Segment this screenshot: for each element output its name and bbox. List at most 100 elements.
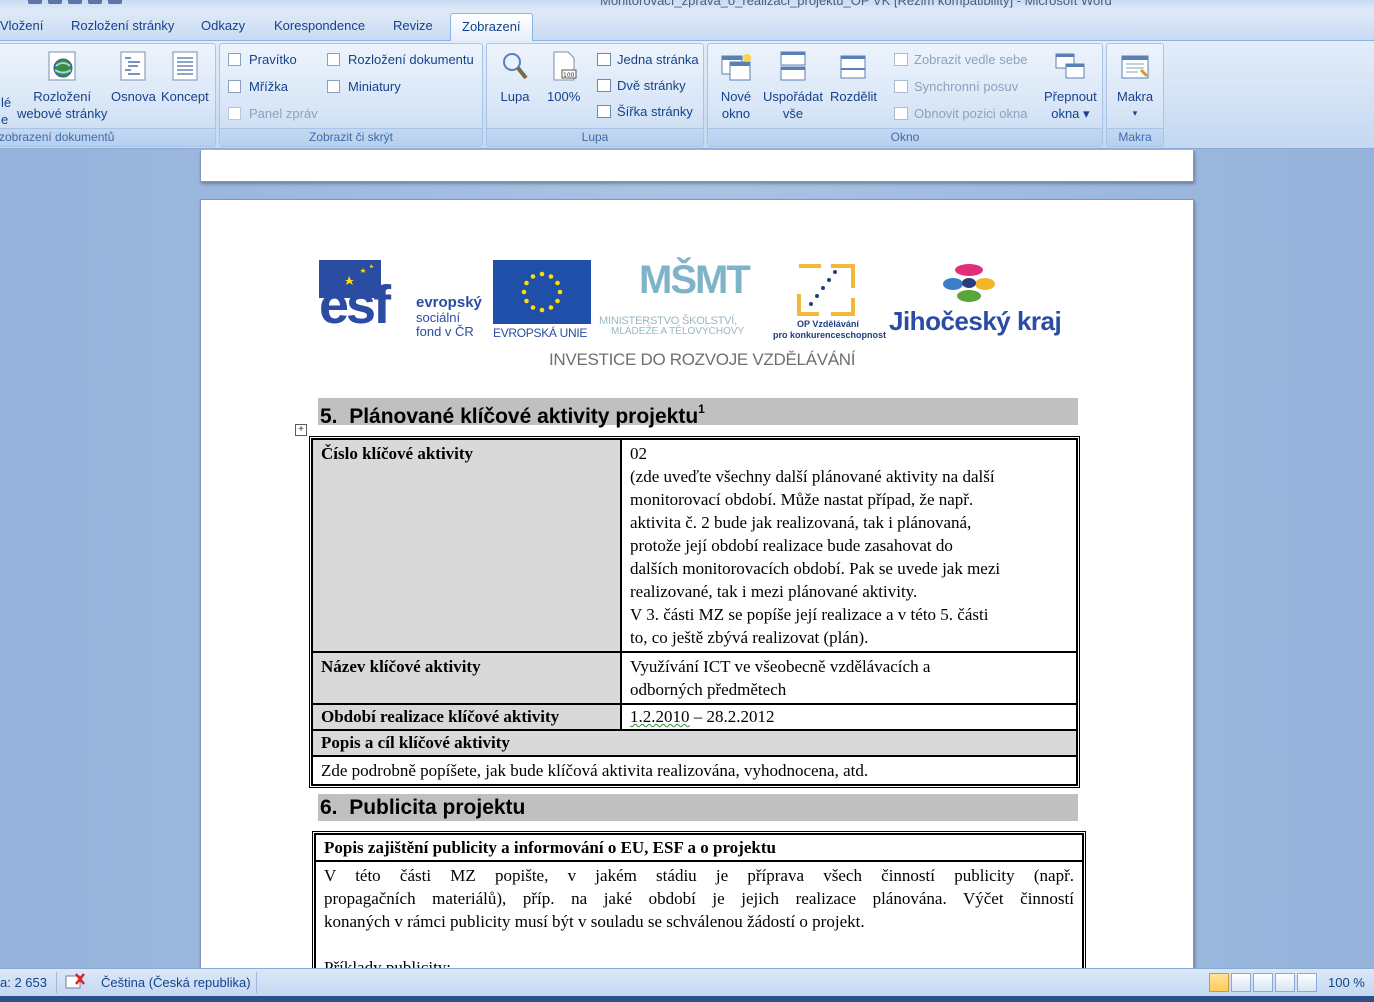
thumbnails-checkbox[interactable]: Miniatury	[327, 79, 401, 94]
group-document-views: lé e Rozložení webové stránky Osnova Kon…	[0, 43, 216, 147]
macros-arrow: ▾	[1132, 108, 1138, 118]
checkbox-label: Miniatury	[348, 79, 401, 94]
save-icon[interactable]	[28, 0, 42, 4]
full-screen-reading-button[interactable]	[1231, 973, 1251, 992]
period-start: 1.2.2010	[630, 707, 690, 726]
page-width-icon	[597, 105, 611, 118]
print-icon[interactable]	[88, 0, 102, 4]
publicity-table[interactable]: Popis zajištění publicity a informování …	[312, 831, 1086, 968]
quick-access-toolbar[interactable]	[28, 0, 122, 4]
cut-view-button[interactable]: lé e	[1, 94, 11, 128]
page-100-icon: 100	[548, 50, 580, 82]
sync-scroll-button: Synchronní posuv	[894, 79, 1018, 94]
activity-note-line: dalších monitorovacích období. Pak se uv…	[630, 559, 1001, 578]
word-count[interactable]: a: 2 653	[0, 975, 47, 990]
tab-odkazy[interactable]: Odkazy	[201, 18, 245, 33]
esf-text-3: fond v ČR	[416, 324, 474, 339]
publicity-cell[interactable]: V této části MZ popište, v jakém stádiu …	[315, 861, 1083, 968]
document-map-checkbox[interactable]: Rozložení dokumentu	[327, 52, 474, 67]
checkbox-box[interactable]	[327, 53, 340, 66]
activity-note-line: realizované, tak i mezi plánované aktivi…	[630, 582, 918, 601]
group-label: Makra	[1107, 128, 1163, 146]
footnote-ref[interactable]: 1	[698, 402, 705, 416]
logo-bar: esf evropský sociální fond v ČR EVROPSKÁ…	[319, 258, 1079, 373]
one-page-button[interactable]: Jedna stránka	[597, 52, 699, 67]
table-move-handle[interactable]: +	[295, 424, 307, 436]
web-layout-view-button[interactable]	[1253, 973, 1273, 992]
tab-vlozeni[interactable]: Vložení	[0, 18, 43, 33]
activities-table[interactable]: Číslo klíčové aktivity 02 (zde uveďte vš…	[309, 436, 1080, 788]
checkbox-label: Pravítko	[249, 52, 297, 67]
draft-view-button[interactable]	[1297, 973, 1317, 992]
language-indicator[interactable]: Čeština (Česká republika)	[101, 975, 251, 990]
web-layout-label: Rozložení	[33, 89, 92, 104]
split-label: Rozdělit	[830, 89, 877, 104]
outline-label: Osnova	[111, 89, 156, 104]
activity-number-cell[interactable]: 02 (zde uveďte všechny další plánované a…	[621, 439, 1077, 652]
group-label: Lupa	[487, 128, 703, 146]
publicity-line: V této části MZ popište, v jakém stádiu …	[324, 866, 1074, 885]
split-button[interactable]: Rozdělit	[830, 50, 877, 105]
one-page-icon	[597, 53, 611, 66]
new-window-button[interactable]: Nové okno	[720, 50, 752, 122]
checkbox-box[interactable]	[228, 80, 241, 93]
reset-position-icon	[894, 107, 908, 120]
cut-view-label: lé	[1, 95, 12, 110]
esf-text-2: sociální	[416, 310, 461, 325]
two-pages-button[interactable]: Dvě stránky	[597, 78, 686, 93]
activity-number-value: 02	[630, 444, 647, 463]
draft-icon	[169, 50, 201, 82]
redo-icon[interactable]	[68, 0, 82, 4]
customize-icon[interactable]	[108, 0, 122, 4]
table-row: Období realizace klíčové aktivity 1.2.20…	[312, 704, 1077, 730]
tab-korespondence[interactable]: Korespondence	[274, 18, 365, 33]
outline-view-button[interactable]	[1275, 973, 1295, 992]
activity-name-cell[interactable]: Využívání ICT ve všeobecně vzdělávacích …	[621, 652, 1077, 704]
table-row: Zde podrobně popíšete, jak bude klíčová …	[312, 756, 1077, 785]
activity-period-label: Období realizace klíčové aktivity	[312, 704, 621, 730]
checkbox-box[interactable]	[228, 53, 241, 66]
tab-revize[interactable]: Revize	[393, 18, 433, 33]
print-layout-view-button[interactable]	[1209, 973, 1229, 992]
esf-mark-text: esf	[319, 275, 391, 335]
outline-button[interactable]: Osnova	[111, 50, 156, 105]
ribbon-tabs: Vložení Rozložení stránky Odkazy Korespo…	[0, 10, 1374, 42]
side-by-side-label: Zobrazit vedle sebe	[914, 52, 1028, 67]
new-window-icon	[720, 50, 752, 82]
page-width-button[interactable]: Šířka stránky	[597, 104, 693, 119]
macros-button[interactable]: Makra ▾	[1117, 50, 1153, 122]
web-layout-button[interactable]: Rozložení webové stránky	[17, 50, 107, 122]
document-page[interactable]: esf evropský sociální fond v ČR EVROPSKÁ…	[200, 199, 1194, 968]
activity-name-line: Využívání ICT ve všeobecně vzdělávacích …	[630, 657, 931, 676]
checkbox-box[interactable]	[327, 80, 340, 93]
checkbox-label: Mřížka	[249, 79, 288, 94]
view-side-by-side-button: Zobrazit vedle sebe	[894, 52, 1027, 67]
draft-button[interactable]: Koncept	[161, 50, 209, 105]
spelling-check-icon[interactable]	[64, 972, 86, 995]
ruler-checkbox[interactable]: Pravítko	[228, 52, 297, 67]
switch-windows-icon	[1054, 50, 1086, 82]
publicity-line: konaných v rámci publicity musí být v so…	[324, 912, 865, 931]
tab-rozlozeni-stranky[interactable]: Rozložení stránky	[71, 18, 174, 33]
svg-text:100: 100	[563, 72, 575, 79]
zoom-100-button[interactable]: 100 100%	[547, 50, 580, 105]
publicity-examples: Příklady publicity:	[324, 958, 452, 968]
arrange-all-icon	[777, 50, 809, 82]
tab-zobrazeni[interactable]: Zobrazení	[450, 13, 533, 42]
publicity-header: Popis zajištění publicity a informování …	[315, 834, 1083, 861]
activity-period-cell[interactable]: 1.2.2010 – 28.2.2012	[621, 704, 1077, 730]
zoom-100-label: 100%	[547, 89, 581, 104]
window-title: Monitorovací_zprava_o_realizaci_projektu…	[600, 0, 1112, 8]
zoom-button[interactable]: Lupa	[499, 50, 531, 105]
gridlines-checkbox[interactable]: Mřížka	[228, 79, 288, 94]
zoom-level[interactable]: 100 %	[1328, 975, 1365, 990]
activity-description-cell[interactable]: Zde podrobně popíšete, jak bude klíčová …	[312, 756, 1077, 785]
page-width-label: Šířka stránky	[617, 104, 693, 119]
outline-icon	[117, 50, 149, 82]
op-vk-logo: OP Vzdělávání pro konkurenceschopnost	[771, 260, 886, 340]
title-bar: Monitorovací_zprava_o_realizaci_projektu…	[0, 0, 1374, 10]
switch-windows-button[interactable]: Přepnout okna ▾	[1044, 50, 1097, 122]
document-area[interactable]: esf evropský sociální fond v ČR EVROPSKÁ…	[0, 150, 1374, 968]
arrange-all-button[interactable]: Uspořádat vše	[763, 50, 823, 122]
undo-icon[interactable]	[48, 0, 62, 4]
